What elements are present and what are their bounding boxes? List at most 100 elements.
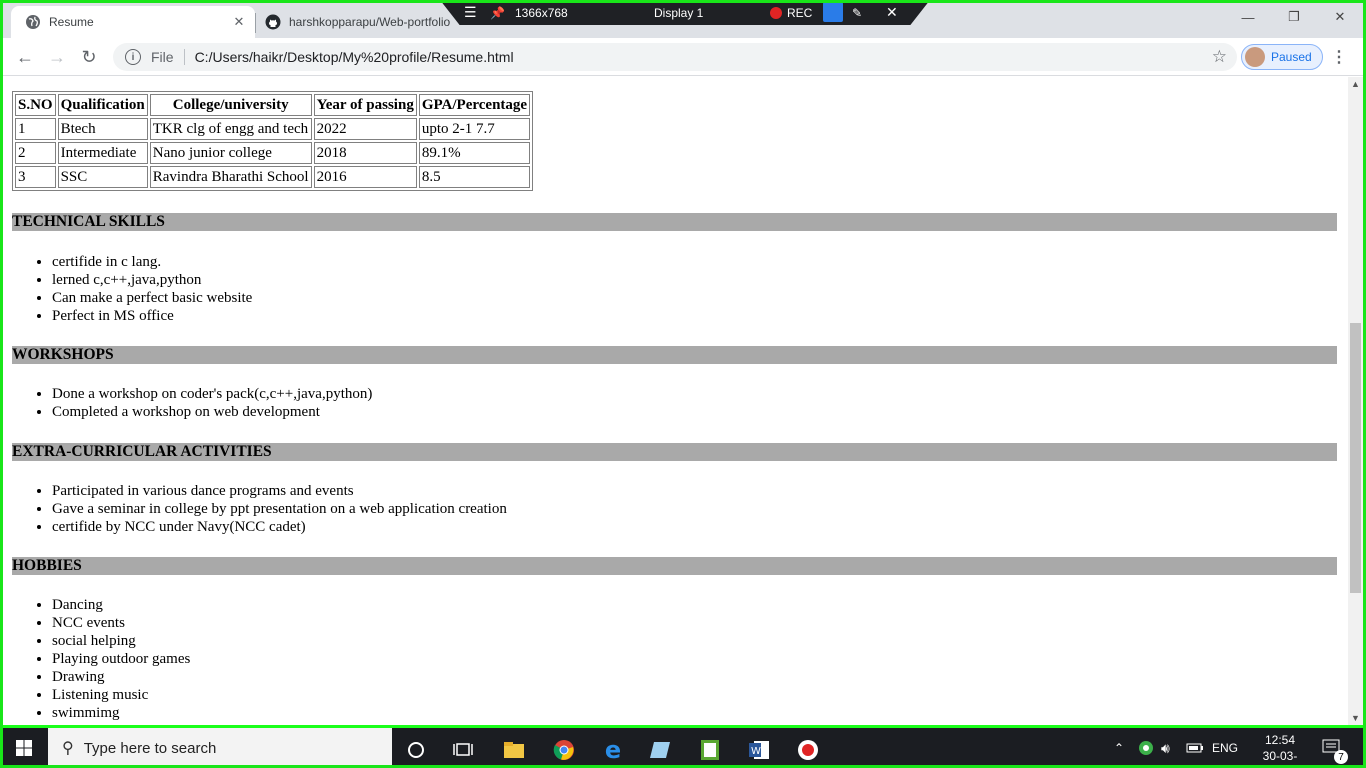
table-cell: 2016 <box>313 166 417 188</box>
hamburger-menu-icon[interactable]: ☰ <box>464 0 477 25</box>
menu-icon[interactable]: ⋮ <box>1331 47 1347 67</box>
address-bar[interactable]: i File C:/Users/haikr/Desktop/My%20profi… <box>113 43 1237 71</box>
notes-app-icon[interactable] <box>641 734 681 766</box>
camera-icon[interactable] <box>823 2 843 22</box>
list-item: Completed a workshop on web development <box>52 403 372 421</box>
browser-toolbar: ← → ↻ i File C:/Users/haikr/Desktop/My%2… <box>3 38 1363 76</box>
app-tray-icon[interactable] <box>1138 728 1154 768</box>
close-tab-icon[interactable]: ✕ <box>231 14 247 30</box>
clock-date: 30-03-2020 <box>1262 749 1298 768</box>
table-row: 2 Intermediate Nano junior college 2018 … <box>15 142 531 164</box>
bookmark-star-icon[interactable]: ☆ <box>1212 47 1227 67</box>
editor-app-icon[interactable] <box>690 734 730 766</box>
clock[interactable]: 12:54 30-03-2020 <box>1250 732 1310 768</box>
list-item: Can make a perfect basic website <box>52 289 252 307</box>
task-view-icon[interactable] <box>443 734 483 766</box>
list-item: Perfect in MS office <box>52 307 252 325</box>
address-url[interactable]: C:/Users/haikr/Desktop/My%20profile/Resu… <box>195 49 514 65</box>
table-cell: 2018 <box>313 142 417 164</box>
svg-text:W: W <box>751 746 761 757</box>
workshops-list: Done a workshop on coder's pack(c,c++,ja… <box>52 385 372 421</box>
profile-button[interactable]: Paused <box>1241 44 1323 70</box>
technical-skills-heading: TECHNICAL SKILLS <box>12 213 1337 231</box>
column-header: Year of passing <box>313 94 417 116</box>
info-icon[interactable]: i <box>125 49 141 65</box>
forward-icon[interactable]: → <box>45 45 69 69</box>
scroll-up-icon[interactable]: ▲ <box>1351 79 1360 89</box>
globe-icon <box>25 14 41 30</box>
recorder-toolbar: ☰ 📌 1366x768 Display 1 REC ✎ ✕ <box>440 0 930 25</box>
list-item: Done a workshop on coder's pack(c,c++,ja… <box>52 385 372 403</box>
list-item: Playing outdoor games <box>52 650 190 668</box>
browser-window: Resume ✕ harshkopparapu/Web-portfolio — … <box>3 3 1363 725</box>
list-item: lerned c,c++,java,python <box>52 271 252 289</box>
search-placeholder: Type here to search <box>83 739 217 757</box>
record-dot-icon[interactable] <box>770 0 782 25</box>
tab-separator <box>255 13 256 33</box>
pin-icon[interactable]: 📌 <box>490 0 505 25</box>
edge-icon[interactable]: e <box>593 734 633 766</box>
file-explorer-icon[interactable] <box>494 734 534 766</box>
hobbies-heading: HOBBIES <box>12 557 1337 575</box>
volume-icon[interactable]: 🔊︎ <box>1161 728 1170 768</box>
list-item: Participated in various dance programs a… <box>52 482 507 500</box>
cortana-icon[interactable] <box>396 734 436 766</box>
tab-resume[interactable]: Resume ✕ <box>11 6 255 38</box>
education-table: S.NO Qualification College/university Ye… <box>12 91 534 191</box>
close-window-icon[interactable]: ✕ <box>1317 3 1363 31</box>
extracurricular-list: Participated in various dance programs a… <box>52 482 507 536</box>
table-cell: TKR clg of engg and tech <box>149 118 312 140</box>
window-controls: — ❐ ✕ <box>1225 3 1363 31</box>
start-button[interactable] <box>0 728 48 768</box>
minimize-icon[interactable]: — <box>1225 3 1271 31</box>
resume-page: S.NO Qualification College/university Ye… <box>3 77 1348 725</box>
recorder-app-icon[interactable] <box>788 734 828 766</box>
language-indicator[interactable]: ENG <box>1212 728 1238 768</box>
clock-time: 12:54 <box>1264 733 1296 747</box>
avatar <box>1245 47 1265 67</box>
table-header-row: S.NO Qualification College/university Ye… <box>15 94 531 116</box>
restore-icon[interactable]: ❐ <box>1271 3 1317 31</box>
rec-label[interactable]: REC <box>787 0 812 25</box>
table-cell: 1 <box>15 118 56 140</box>
profile-status: Paused <box>1271 50 1312 64</box>
table-cell: 8.5 <box>418 166 531 188</box>
list-item: Drawing <box>52 668 190 686</box>
table-row: 3 SSC Ravindra Bharathi School 2016 8.5 <box>15 166 531 188</box>
notification-center-icon[interactable]: 7 <box>1322 728 1348 768</box>
windows-taskbar: ⚲ Type here to search e W ⌃ 🔊︎ ENG 12:54… <box>0 728 1366 768</box>
reload-icon[interactable]: ↻ <box>77 45 101 69</box>
table-cell: 3 <box>15 166 56 188</box>
scrollbar-thumb[interactable] <box>1350 323 1361 593</box>
scroll-down-icon[interactable]: ▼ <box>1351 713 1360 723</box>
recorder-display[interactable]: Display 1 <box>654 0 703 25</box>
battery-icon[interactable] <box>1186 728 1204 768</box>
column-header: S.NO <box>15 94 56 116</box>
close-recorder-icon[interactable]: ✕ <box>886 0 898 25</box>
chrome-icon[interactable] <box>544 734 584 766</box>
table-cell: SSC <box>57 166 148 188</box>
page-scrollbar[interactable]: ▲ ▼ <box>1348 77 1363 725</box>
table-cell: upto 2-1 7.7 <box>418 118 531 140</box>
tab-title: Resume <box>49 15 94 29</box>
list-item: Listening music <box>52 686 190 704</box>
pen-icon[interactable]: ✎ <box>852 0 862 25</box>
show-hidden-icons-icon[interactable]: ⌃ <box>1114 728 1124 768</box>
word-icon[interactable]: W <box>739 734 779 766</box>
recorder-resolution: 1366x768 <box>515 5 568 20</box>
table-cell: Nano junior college <box>149 142 312 164</box>
taskbar-search[interactable]: ⚲ Type here to search <box>48 728 392 768</box>
windows-logo-icon <box>16 740 32 756</box>
search-icon: ⚲ <box>62 740 74 757</box>
table-cell: 2022 <box>313 118 417 140</box>
table-row: 1 Btech TKR clg of engg and tech 2022 up… <box>15 118 531 140</box>
hobbies-list: Dancing NCC events social helping Playin… <box>52 596 190 722</box>
workshops-heading: WORKSHOPS <box>12 346 1337 364</box>
list-item: certifide by NCC under Navy(NCC cadet) <box>52 518 507 536</box>
table-cell: 2 <box>15 142 56 164</box>
column-header: College/university <box>149 94 312 116</box>
list-item: swimmimg <box>52 704 190 722</box>
table-cell: Btech <box>57 118 148 140</box>
back-icon[interactable]: ← <box>13 45 37 69</box>
list-item: social helping <box>52 632 190 650</box>
